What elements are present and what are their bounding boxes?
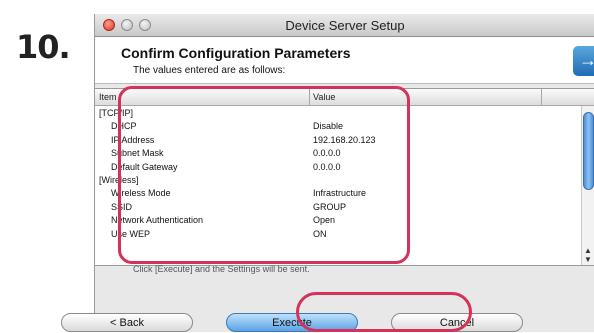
back-button[interactable]: < Back	[61, 313, 193, 332]
column-header-item: Item	[99, 92, 117, 102]
table-highlight-annotation	[118, 86, 410, 264]
step-number: 10.	[16, 28, 71, 66]
title-bar: Device Server Setup	[95, 14, 594, 37]
wizard-header: Confirm Configuration Parameters The val…	[95, 37, 594, 84]
window-title: Device Server Setup	[285, 18, 405, 33]
scrollbar-thumb[interactable]	[583, 112, 594, 190]
app-logo-icon: →	[573, 46, 594, 76]
execute-highlight-annotation	[296, 292, 472, 332]
vertical-scrollbar[interactable]: ▲ ▼	[581, 106, 594, 265]
scroll-up-arrow-icon[interactable]: ▲	[584, 246, 592, 255]
page-subtitle: The values entered are as follows:	[133, 65, 286, 76]
scroll-down-arrow-icon[interactable]: ▼	[584, 255, 592, 264]
page-title: Confirm Configuration Parameters	[121, 45, 351, 61]
instruction-note: Click [Execute] and the Settings will be…	[133, 264, 310, 274]
column-divider	[541, 89, 542, 105]
